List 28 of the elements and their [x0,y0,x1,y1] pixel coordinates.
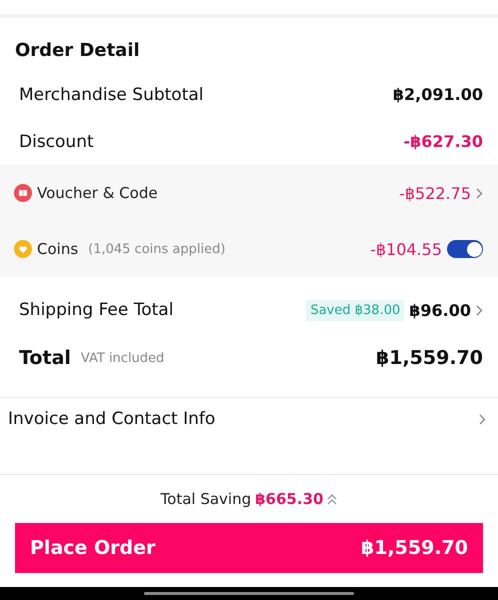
discount-amount: -฿104.55 [370,240,442,258]
double-chevron-up-icon[interactable] [327,494,338,504]
chevron-right-icon [479,414,486,424]
discount-amount: -฿522.75 [399,184,471,202]
invoice-row[interactable]: Invoice and Contact Info [0,397,498,440]
place-order-button[interactable]: Place Order ฿1,559.70 [15,523,483,573]
chevron-right-icon [476,188,483,198]
toggle-switch[interactable] [447,240,483,258]
ticket-icon [14,184,32,202]
coin-icon [14,240,32,258]
row-amount: ฿2,091.00 [392,85,483,104]
row-label: Invoice and Contact Info [8,409,216,429]
saved-tag: Saved ฿38.00 [306,300,404,320]
total-label: Total [19,347,71,369]
section-title: Order Detail [14,39,141,63]
saving-amount: ฿665.30 [255,490,324,508]
saving-label: Total Saving [160,490,252,508]
chevron-right-icon [476,304,483,316]
vat-note: VAT included [80,350,164,366]
row-label: Discount [19,132,94,152]
row-amount: ฿96.00 [409,300,471,320]
row-label: Merchandise Subtotal [19,84,204,104]
row-label: Shipping Fee Total [19,300,174,320]
row-label: Voucher & Code [37,184,158,202]
row-note: (1,045 coins applied) [88,242,226,256]
total-amount: ฿1,559.70 [376,347,483,369]
row-label: Coins [37,240,78,258]
discount-amount: -฿627.30 [403,132,483,151]
